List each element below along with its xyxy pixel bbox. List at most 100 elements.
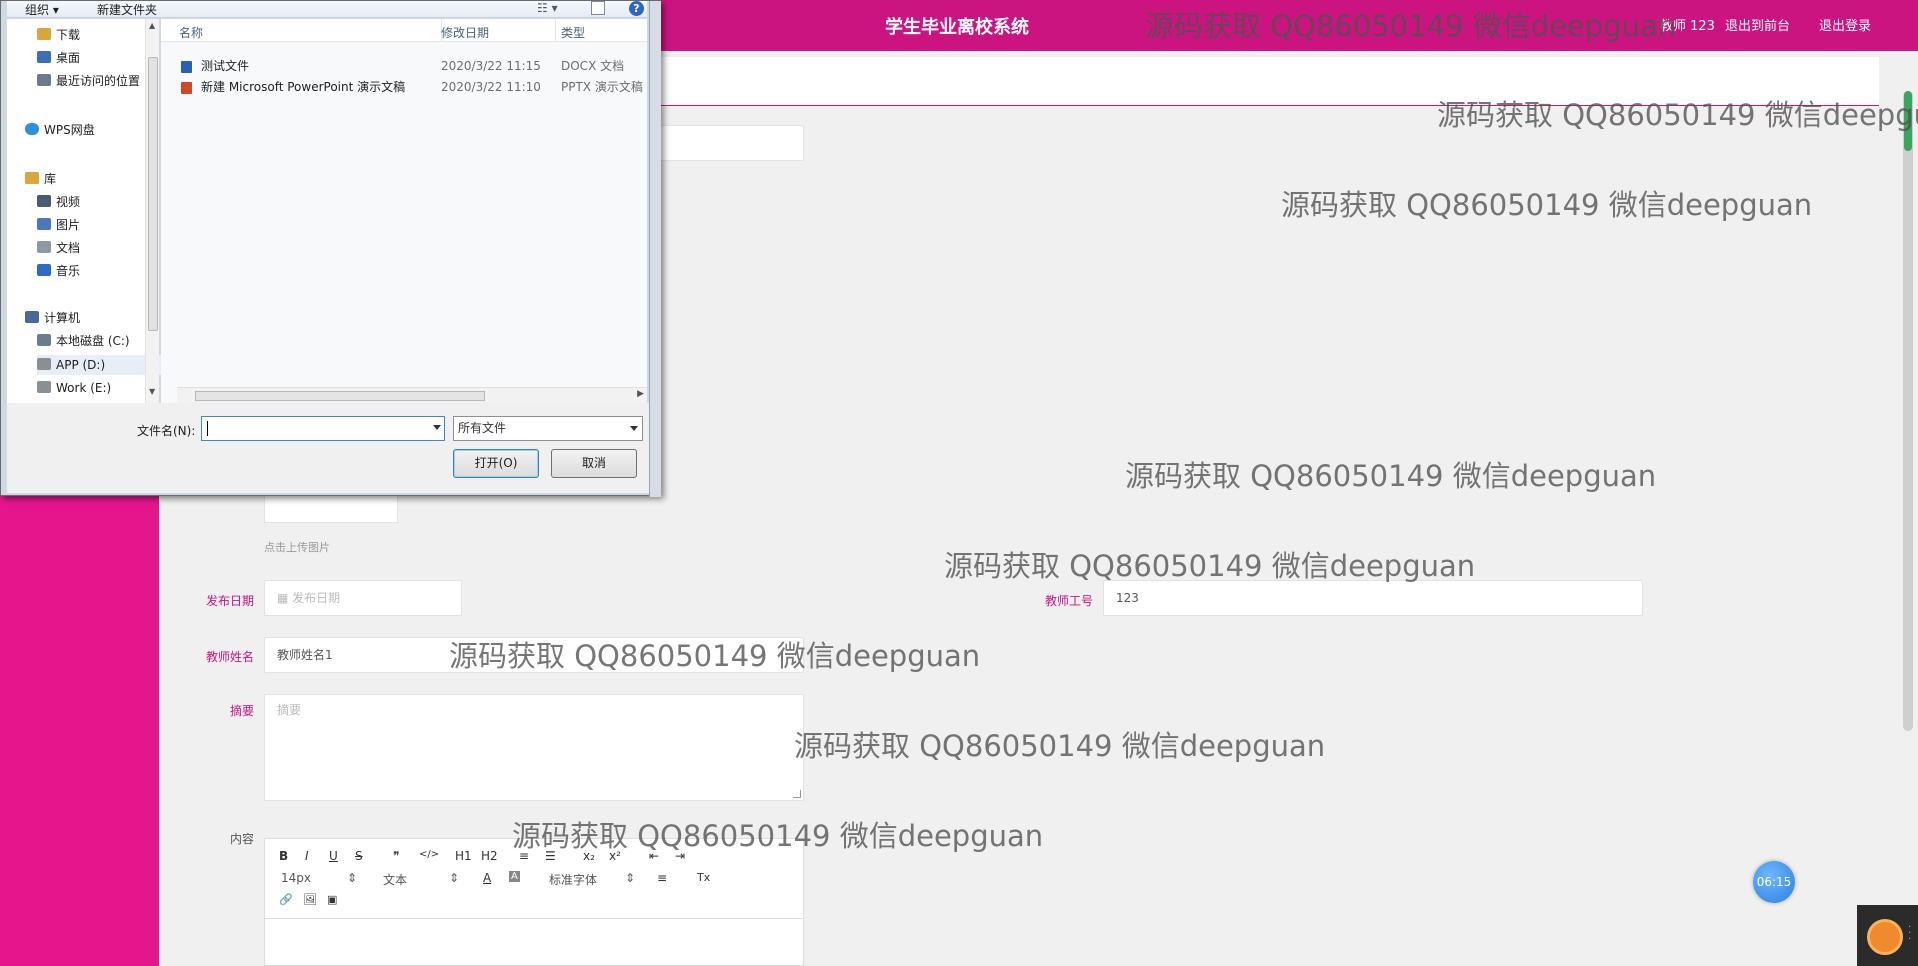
nav-item[interactable]: 本地磁盘 (C:): [37, 331, 130, 351]
pptx-icon: [181, 82, 192, 94]
filetype-value: 所有文件: [458, 421, 507, 435]
scroll-up-icon[interactable]: ▲: [149, 21, 155, 30]
nav-item[interactable]: 桌面: [37, 48, 80, 68]
page-scrollbar-thumb[interactable]: [1903, 91, 1913, 731]
scroll-right-icon[interactable]: ▶: [637, 389, 644, 399]
teacher-id-input[interactable]: 123: [1103, 580, 1643, 616]
nav-item[interactable]: 视频: [37, 192, 80, 212]
blockquote-button[interactable]: ❞: [393, 849, 399, 863]
more-dots-icon[interactable]: · · ·: [1908, 923, 1911, 945]
publish-date-input[interactable]: ▦ 发布日期: [264, 580, 462, 616]
drive-icon: [37, 358, 51, 370]
editor-toolbar: B I U S ❞ </> H1 H2 ≡ ☰ x₂ x² ⇤ ⇥ 14px ⇕ …: [265, 839, 803, 919]
summary-placeholder: 摘要: [277, 703, 302, 717]
file-modified: 2020/3/22 11:10: [441, 80, 541, 94]
nav-item[interactable]: 文档: [37, 238, 80, 258]
filename-input[interactable]: [201, 416, 445, 441]
column-name-header[interactable]: 名称: [179, 24, 203, 41]
heading2-button[interactable]: H2: [481, 849, 498, 863]
indent-button[interactable]: ⇥: [675, 849, 685, 863]
upload-hint[interactable]: 点击上传图片: [264, 539, 330, 555]
timer-badge[interactable]: 06:15: [1753, 861, 1795, 903]
resize-handle-icon[interactable]: [793, 790, 801, 798]
code-block-button[interactable]: </>: [419, 849, 439, 860]
text-style-select[interactable]: 文本 ⇕: [383, 871, 459, 888]
nav-item-label: 下载: [56, 28, 81, 42]
open-button[interactable]: 打开(O): [453, 449, 539, 478]
music-library-icon: [37, 264, 51, 276]
font-color-button[interactable]: A: [483, 871, 491, 885]
clear-format-button[interactable]: Tx: [697, 871, 710, 884]
image-button[interactable]: 🖼: [303, 893, 317, 906]
desktop-icon: [37, 51, 51, 63]
ordered-list-button[interactable]: ≡: [519, 849, 529, 863]
column-modified-header[interactable]: 修改日期: [441, 24, 489, 41]
column-separator[interactable]: [555, 19, 556, 42]
file-row[interactable]: 测试文件 2020/3/22 11:15 DOCX 文档: [161, 56, 647, 76]
chevron-down-icon[interactable]: [433, 425, 441, 430]
column-type-header[interactable]: 类型: [561, 24, 585, 41]
outdent-button[interactable]: ⇤: [649, 849, 659, 863]
new-folder-button[interactable]: 新建文件夹: [97, 1, 157, 18]
page-scrollbar[interactable]: [1898, 51, 1918, 966]
page-scrollbar-indicator: [1904, 91, 1912, 151]
file-type: DOCX 文档: [561, 59, 625, 73]
dialog-toolbar: 组织 ▾ 新建文件夹 ☷ ▾ ?: [7, 1, 647, 18]
strike-button[interactable]: S: [355, 849, 363, 863]
nav-item[interactable]: 下载: [37, 25, 80, 45]
documents-library-icon: [37, 241, 51, 253]
heading1-button[interactable]: H1: [455, 849, 472, 863]
nav-item-label: 桌面: [56, 51, 81, 65]
nav-item-label: 库: [44, 172, 57, 186]
scroll-down-icon[interactable]: ▼: [149, 387, 155, 396]
align-button[interactable]: ≡: [657, 871, 667, 885]
subscript-button[interactable]: x₂: [583, 849, 595, 863]
background-color-button[interactable]: A: [509, 871, 520, 882]
nav-scrollbar-thumb[interactable]: [148, 57, 158, 331]
nav-item[interactable]: 最近访问的位置: [37, 71, 140, 91]
preview-pane-icon[interactable]: [591, 1, 605, 15]
superscript-button[interactable]: x²: [609, 849, 621, 863]
file-row[interactable]: 新建 Microsoft PowerPoint 演示文稿 2020/3/22 11…: [161, 77, 647, 97]
nav-item[interactable]: WPS网盘: [25, 120, 95, 140]
nav-item[interactable]: Work (E:): [37, 378, 111, 398]
nav-item[interactable]: 音乐: [37, 261, 80, 281]
cancel-button[interactable]: 取消: [551, 449, 637, 478]
exit-to-frontend-link[interactable]: 退出到前台: [1725, 15, 1790, 34]
filetype-select[interactable]: 所有文件: [453, 416, 643, 441]
select-arrows-icon: ⇕: [449, 871, 460, 885]
navigation-pane: 下载 桌面 最近访问的位置 WPS网盘库视频 图片 文档 音乐 计算机 本地磁盘 (C:) APP…: [7, 19, 171, 403]
italic-button[interactable]: I: [305, 849, 309, 863]
font-family-select[interactable]: 标准字体 ⇕: [549, 871, 635, 888]
link-button[interactable]: 🔗: [279, 893, 293, 906]
view-options-icon[interactable]: ☷ ▾: [537, 1, 558, 15]
nav-item[interactable]: 库: [25, 169, 56, 189]
text-caret: [207, 421, 208, 436]
summary-textarea[interactable]: 摘要: [264, 694, 804, 801]
horizontal-scrollbar[interactable]: ▶: [177, 387, 647, 403]
nav-item[interactable]: 图片: [37, 215, 80, 235]
font-size-select[interactable]: 14px ⇕: [281, 871, 357, 885]
app-title: 学生毕业离校系统: [885, 17, 1029, 38]
horizontal-scrollbar-thumb[interactable]: [195, 391, 485, 401]
dialog-frame: [649, 1, 661, 497]
help-icon[interactable]: ?: [629, 1, 644, 16]
logout-link[interactable]: 退出登录: [1819, 15, 1871, 34]
summary-label: 摘要: [229, 704, 254, 718]
nav-item-label: 音乐: [56, 264, 81, 278]
recent-places-icon: [37, 74, 51, 86]
underline-button[interactable]: U: [329, 849, 338, 863]
drive-c-icon: [37, 334, 51, 346]
file-name: 测试文件: [201, 59, 250, 73]
rich-text-editor[interactable]: B I U S ❞ </> H1 H2 ≡ ☰ x₂ x² ⇤ ⇥ 14px ⇕ …: [264, 838, 804, 966]
nav-scrollbar[interactable]: ▲ ▼: [145, 19, 159, 403]
library-icon: [25, 172, 39, 184]
corner-app-widget[interactable]: · · ·: [1857, 905, 1918, 966]
bullet-list-button[interactable]: ☰: [545, 849, 556, 863]
organize-menu-button[interactable]: 组织 ▾: [25, 1, 59, 18]
nav-item-label: 图片: [56, 218, 81, 232]
video-button[interactable]: ▣: [327, 893, 337, 906]
teacher-name-input[interactable]: 教师姓名1: [264, 637, 804, 673]
bold-button[interactable]: B: [279, 849, 288, 863]
nav-item[interactable]: 计算机: [25, 308, 80, 328]
